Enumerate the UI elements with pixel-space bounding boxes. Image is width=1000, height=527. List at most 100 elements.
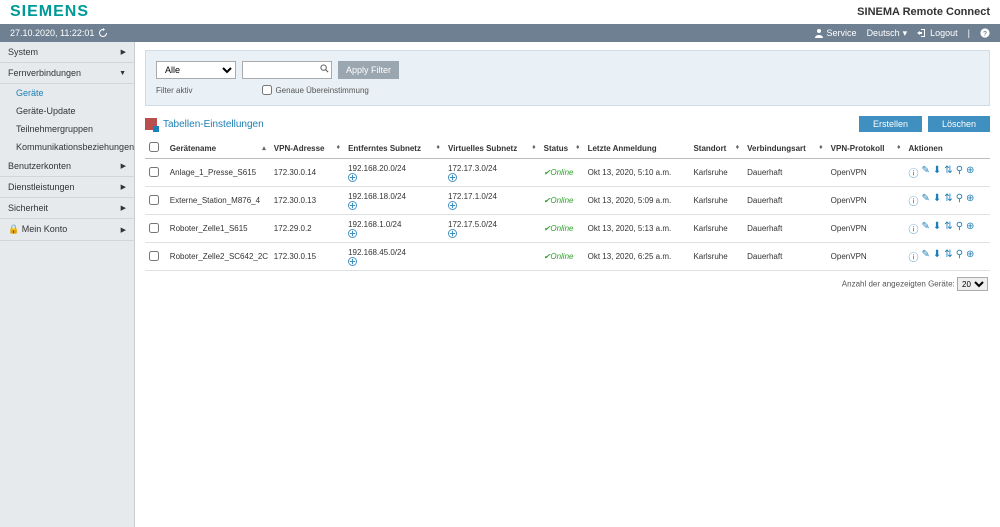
cell-vpn: 172.30.0.15 bbox=[270, 243, 344, 271]
apply-filter-button[interactable]: Apply Filter bbox=[338, 61, 399, 79]
cell-last: Okt 13, 2020, 5:10 a.m. bbox=[584, 159, 690, 187]
cell-loc: Karlsruhe bbox=[689, 187, 743, 215]
devices-table: Gerätename▴VPN-Adresse♦Entferntes Subnet… bbox=[145, 138, 990, 271]
col-header[interactable]: VPN-Protokoll♦ bbox=[827, 138, 905, 159]
sort-asc-icon: ▴ bbox=[262, 144, 266, 152]
info-icon[interactable]: ⓘ bbox=[909, 193, 919, 208]
pager-select[interactable]: 20 bbox=[957, 277, 988, 291]
more-icon[interactable]: ⊕ bbox=[966, 193, 974, 208]
info-icon[interactable]: ⓘ bbox=[909, 249, 919, 264]
edit-icon[interactable]: ✎ bbox=[922, 193, 930, 208]
sidebar-item-system[interactable]: System▶ bbox=[0, 42, 134, 63]
filter-select[interactable]: Alle bbox=[156, 61, 236, 79]
add-icon[interactable] bbox=[448, 201, 536, 210]
delete-button[interactable]: Löschen bbox=[928, 116, 990, 132]
key-icon[interactable]: ⚲ bbox=[956, 249, 963, 264]
more-icon[interactable]: ⊕ bbox=[966, 165, 974, 180]
cell-remote: 192.168.20.0/24 bbox=[344, 159, 444, 187]
add-icon[interactable] bbox=[348, 257, 440, 266]
status-online: ✔Online bbox=[544, 196, 574, 205]
link-icon[interactable]: ⇅ bbox=[944, 193, 952, 208]
table-settings-link[interactable]: Tabellen-Einstellungen bbox=[145, 118, 264, 130]
cell-name: Externe_Station_M876_4 bbox=[166, 187, 270, 215]
row-checkbox[interactable] bbox=[149, 167, 159, 177]
add-icon[interactable] bbox=[348, 173, 440, 182]
more-icon[interactable]: ⊕ bbox=[966, 221, 974, 236]
svg-text:?: ? bbox=[983, 31, 987, 38]
row-checkbox[interactable] bbox=[149, 223, 159, 233]
select-all-checkbox[interactable] bbox=[149, 142, 159, 152]
sidebar-sub-kommunikationsbeziehungen[interactable]: Kommunikationsbeziehungen bbox=[0, 138, 134, 156]
info-icon[interactable]: ⓘ bbox=[909, 221, 919, 236]
edit-icon[interactable]: ✎ bbox=[922, 221, 930, 236]
col-header[interactable]: Verbindungsart♦ bbox=[743, 138, 827, 159]
sort-icon: ♦ bbox=[436, 144, 440, 151]
help-icon[interactable]: ? bbox=[980, 27, 990, 39]
language-select[interactable]: Deutsch ▾ bbox=[867, 28, 908, 39]
sidebar-item-dienstleistungen[interactable]: Dienstleistungen▶ bbox=[0, 177, 134, 198]
search-input[interactable] bbox=[242, 61, 332, 79]
sidebar-item-sicherheit[interactable]: Sicherheit▶ bbox=[0, 198, 134, 219]
col-header[interactable]: Standort♦ bbox=[689, 138, 743, 159]
sidebar-item-benutzerkonten[interactable]: Benutzerkonten▶ bbox=[0, 156, 134, 177]
download-icon[interactable]: ⬇ bbox=[933, 165, 941, 180]
service-link[interactable]: Service bbox=[814, 28, 857, 38]
sidebar-item-mein-konto[interactable]: 🔒 Mein Konto▶ bbox=[0, 219, 134, 241]
add-icon[interactable] bbox=[448, 229, 536, 238]
create-button[interactable]: Erstellen bbox=[859, 116, 922, 132]
cell-remote: 192.168.1.0/24 bbox=[344, 215, 444, 243]
row-checkbox[interactable] bbox=[149, 251, 159, 261]
cell-name: Anlage_1_Presse_S615 bbox=[166, 159, 270, 187]
col-header[interactable]: Status♦ bbox=[540, 138, 584, 159]
download-icon[interactable]: ⬇ bbox=[933, 221, 941, 236]
link-icon[interactable]: ⇅ bbox=[944, 249, 952, 264]
row-actions: ⓘ✎⬇⇅ ⚲⊕ bbox=[909, 165, 986, 180]
refresh-icon[interactable] bbox=[98, 28, 108, 38]
chevron-down-icon: ▾ bbox=[903, 28, 908, 39]
status-online: ✔Online bbox=[544, 252, 574, 261]
col-header[interactable]: VPN-Adresse♦ bbox=[270, 138, 344, 159]
cell-name: Roboter_Zelle2_SC642_2C bbox=[166, 243, 270, 271]
key-icon[interactable]: ⚲ bbox=[956, 193, 963, 208]
cell-remote: 192.168.45.0/24 bbox=[344, 243, 444, 271]
sidebar: System▶Fernverbindungen▼GeräteGeräte-Upd… bbox=[0, 42, 135, 527]
col-header[interactable]: Virtuelles Subnetz♦ bbox=[444, 138, 540, 159]
add-icon[interactable] bbox=[448, 173, 536, 182]
key-icon[interactable]: ⚲ bbox=[956, 221, 963, 236]
cell-status: ✔Online bbox=[540, 215, 584, 243]
link-icon[interactable]: ⇅ bbox=[944, 165, 952, 180]
cell-virtual bbox=[444, 243, 540, 271]
search-icon[interactable] bbox=[320, 64, 329, 73]
key-icon[interactable]: ⚲ bbox=[956, 165, 963, 180]
col-header[interactable]: Aktionen bbox=[905, 138, 990, 159]
sidebar-item-fernverbindungen[interactable]: Fernverbindungen▼ bbox=[0, 63, 134, 84]
add-icon[interactable] bbox=[348, 201, 440, 210]
cell-vpn: 172.30.0.13 bbox=[270, 187, 344, 215]
sidebar-sub-ger-te-update[interactable]: Geräte-Update bbox=[0, 102, 134, 120]
row-checkbox[interactable] bbox=[149, 195, 159, 205]
col-header bbox=[145, 138, 166, 159]
link-icon[interactable]: ⇅ bbox=[944, 221, 952, 236]
cell-status: ✔Online bbox=[540, 243, 584, 271]
cell-proto: OpenVPN bbox=[827, 159, 905, 187]
cell-loc: Karlsruhe bbox=[689, 159, 743, 187]
exact-match-checkbox[interactable]: Genaue Übereinstimmung bbox=[262, 85, 368, 95]
sidebar-sub-teilnehmergruppen[interactable]: Teilnehmergruppen bbox=[0, 120, 134, 138]
logout-link[interactable]: Logout bbox=[917, 28, 958, 38]
col-header[interactable]: Entferntes Subnetz♦ bbox=[344, 138, 444, 159]
col-header[interactable]: Letzte Anmeldung bbox=[584, 138, 690, 159]
sidebar-sub-ger-te[interactable]: Geräte bbox=[0, 84, 134, 102]
datetime-label: 27.10.2020, 11:22:01 bbox=[10, 28, 94, 38]
divider: | bbox=[968, 28, 970, 38]
download-icon[interactable]: ⬇ bbox=[933, 249, 941, 264]
edit-icon[interactable]: ✎ bbox=[922, 249, 930, 264]
edit-icon[interactable]: ✎ bbox=[922, 165, 930, 180]
info-icon[interactable]: ⓘ bbox=[909, 165, 919, 180]
more-icon[interactable]: ⊕ bbox=[966, 249, 974, 264]
cell-last: Okt 13, 2020, 5:13 a.m. bbox=[584, 215, 690, 243]
filter-active-label: Filter aktiv bbox=[156, 86, 192, 95]
col-header[interactable]: Gerätename▴ bbox=[166, 138, 270, 159]
download-icon[interactable]: ⬇ bbox=[933, 193, 941, 208]
sort-icon: ♦ bbox=[819, 144, 823, 151]
add-icon[interactable] bbox=[348, 229, 440, 238]
